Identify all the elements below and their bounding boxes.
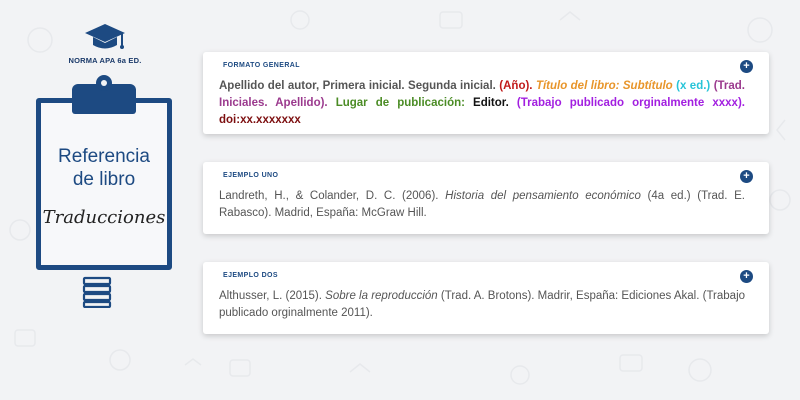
sidebar-panel: NORMA APA 6a ED. Referencia de libro Tra… — [20, 22, 190, 322]
expand-format-button[interactable]: + — [740, 60, 753, 73]
clipboard: Referencia de libro Traducciones — [36, 98, 172, 270]
example-two-before: Althusser, L. (2015). — [219, 290, 322, 302]
books-icon — [82, 276, 112, 308]
format-place: Lugar de publicación: — [335, 97, 465, 109]
example-one-card: EJEMPLO UNO + Landreth, H., & Colander, … — [203, 162, 769, 234]
format-author: Apellido del autor, Primera inicial. Seg… — [219, 80, 496, 92]
example-two-title: Sobre la reproducción — [325, 290, 438, 302]
format-text: Apellido del autor, Primera inicial. Seg… — [219, 78, 745, 129]
example-two-card: EJEMPLO DOS + Althusser, L. (2015). Sobr… — [203, 262, 769, 334]
format-title: Título del libro: Subtítulo — [535, 80, 673, 92]
format-card-label: FORMATO GENERAL — [223, 62, 300, 69]
format-publisher: Editor. — [473, 97, 509, 109]
expand-example-two-button[interactable]: + — [740, 270, 753, 283]
example-two-label: EJEMPLO DOS — [223, 272, 278, 279]
norma-label: NORMA APA 6a ED. — [68, 56, 142, 65]
board-title: Referencia de libro — [41, 145, 167, 191]
format-doi: doi:xx.xxxxxxx — [219, 114, 301, 126]
example-one-text: Landreth, H., & Colander, D. C. (2006). … — [219, 188, 745, 222]
example-one-title: Historia del pensamiento económico — [445, 190, 641, 202]
plus-icon: + — [743, 170, 750, 182]
format-original: (Trabajo publicado orginalmente xxxx). — [516, 97, 745, 109]
example-one-label: EJEMPLO UNO — [223, 172, 279, 179]
board-title-line2: de libro — [72, 169, 136, 190]
plus-icon: + — [743, 270, 750, 282]
expand-example-one-button[interactable]: + — [740, 170, 753, 183]
clipboard-clip — [72, 75, 136, 114]
format-edition: (x ed.) — [676, 80, 711, 92]
example-two-text: Althusser, L. (2015). Sobre la reproducc… — [219, 288, 745, 322]
format-year: (Año). — [499, 80, 533, 92]
example-one-before: Landreth, H., & Colander, D. C. (2006). — [219, 190, 439, 202]
format-card: FORMATO GENERAL + Apellido del autor, Pr… — [203, 52, 769, 134]
board-title-line1: Referencia — [58, 146, 150, 167]
graduation-cap-icon — [85, 24, 125, 49]
board-subtitle: Traducciones — [42, 207, 166, 228]
plus-icon: + — [743, 60, 750, 72]
